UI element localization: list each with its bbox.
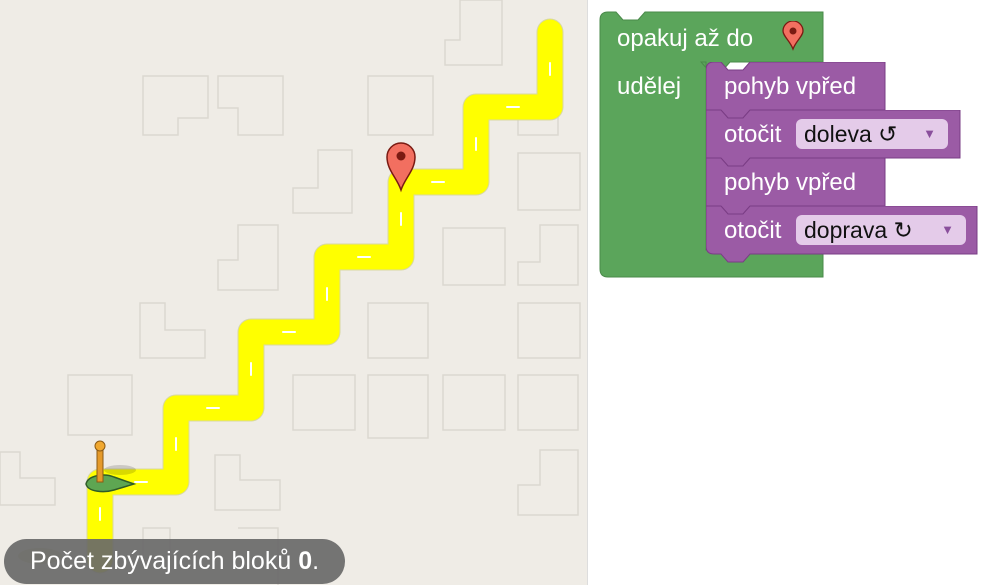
turn-left-block[interactable]: otočit doleva ↺ ▼ bbox=[706, 110, 961, 167]
maze-path bbox=[87, 19, 563, 573]
move-forward-block[interactable]: pohyb vpřed bbox=[706, 158, 886, 215]
dropdown-value: doleva ↺ bbox=[804, 121, 898, 147]
move-label: pohyb vpřed bbox=[724, 169, 857, 196]
direction-dropdown[interactable]: doleva ↺ ▼ bbox=[796, 119, 948, 149]
maze-svg bbox=[0, 0, 581, 585]
remaining-count: 0 bbox=[298, 547, 313, 575]
goal-marker-icon bbox=[782, 21, 804, 51]
dropdown-arrow-icon: ▼ bbox=[941, 222, 954, 237]
pegman-icon bbox=[85, 440, 137, 493]
turn-label: otočit bbox=[724, 217, 782, 244]
status-suffix: . bbox=[312, 547, 320, 575]
loop-label: opakuj až do bbox=[617, 25, 754, 52]
dropdown-arrow-icon: ▼ bbox=[923, 126, 936, 141]
blockly-workspace[interactable]: opakuj až do udělej pohyb vpřed otočit d… bbox=[588, 0, 993, 585]
remaining-blocks-status: Počet zbývajících bloků 0. bbox=[4, 539, 346, 584]
do-label: udělej bbox=[617, 73, 682, 100]
move-label: pohyb vpřed bbox=[724, 73, 857, 100]
turn-right-block[interactable]: otočit doprava ↻ ▼ bbox=[706, 206, 978, 263]
turn-label: otočit bbox=[724, 121, 782, 148]
status-text: Počet zbývajících bloků bbox=[30, 547, 292, 575]
maze-area: Počet zbývajících bloků 0. bbox=[0, 0, 587, 585]
dropdown-value: doprava ↻ bbox=[804, 217, 913, 243]
direction-dropdown[interactable]: doprava ↻ ▼ bbox=[796, 215, 966, 245]
move-forward-block[interactable]: pohyb vpřed bbox=[706, 62, 886, 119]
